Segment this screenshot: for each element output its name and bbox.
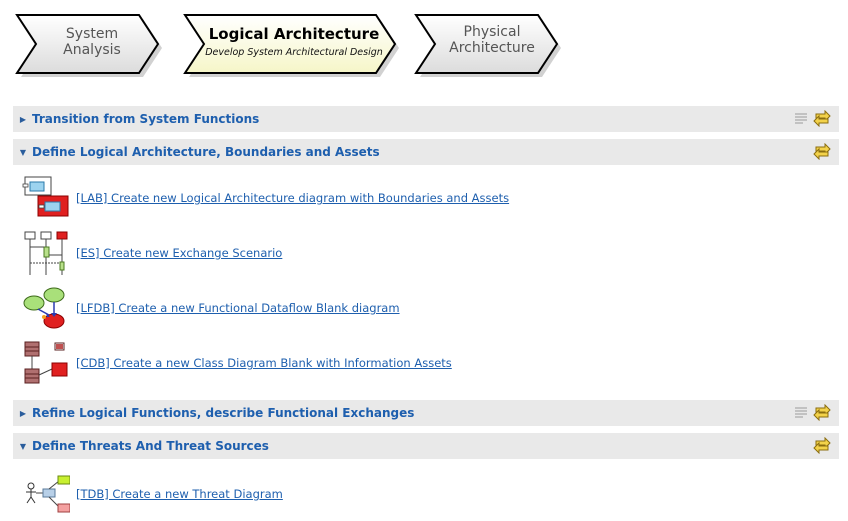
transition-arrows-icon[interactable] bbox=[813, 143, 831, 160]
lab-diagram-icon bbox=[22, 176, 69, 217]
breadcrumb: System Analysis Logical Architecture Dev… bbox=[0, 0, 848, 95]
section-title[interactable]: Define Threats And Threat Sources bbox=[32, 439, 269, 453]
expand-triangle-icon[interactable]: ▶ bbox=[14, 409, 32, 418]
create-functional-dataflow-link[interactable]: [LFDB] Create a new Functional Dataflow … bbox=[76, 301, 400, 315]
description-icon[interactable] bbox=[795, 407, 807, 418]
functional-dataflow-icon bbox=[23, 287, 65, 329]
create-class-diagram-link[interactable]: [CDB] Create a new Class Diagram Blank w… bbox=[76, 356, 452, 370]
transition-arrows-icon[interactable] bbox=[813, 110, 831, 127]
collapse-triangle-icon[interactable]: ▼ bbox=[14, 148, 32, 157]
list-item-lab[interactable]: [LAB] Create new Logical Architecture di… bbox=[22, 174, 622, 222]
expand-triangle-icon[interactable]: ▶ bbox=[14, 115, 32, 124]
list-item-tdb[interactable]: [TDB] Create a new Threat Diagram bbox=[22, 470, 622, 518]
transition-arrows-icon[interactable] bbox=[813, 437, 831, 454]
list-item-lfdb[interactable]: [LFDB] Create a new Functional Dataflow … bbox=[22, 284, 622, 332]
class-diagram-icon bbox=[24, 341, 68, 384]
breadcrumb-step-physical-architecture[interactable]: Physical Architecture bbox=[413, 10, 565, 80]
section-define-threats[interactable]: ▼ Define Threats And Threat Sources bbox=[13, 433, 839, 459]
threat-diagram-icon bbox=[26, 475, 70, 513]
breadcrumb-step-system-analysis[interactable]: System Analysis bbox=[14, 10, 164, 80]
create-exchange-scenario-link[interactable]: [ES] Create new Exchange Scenario bbox=[76, 246, 282, 260]
exchange-scenario-icon bbox=[24, 231, 68, 275]
description-icon[interactable] bbox=[795, 113, 807, 124]
collapse-triangle-icon[interactable]: ▼ bbox=[14, 442, 32, 451]
list-item-es[interactable]: [ES] Create new Exchange Scenario bbox=[22, 229, 622, 277]
create-lab-diagram-link[interactable]: [LAB] Create new Logical Architecture di… bbox=[76, 191, 509, 205]
section-title[interactable]: Refine Logical Functions, describe Funct… bbox=[32, 406, 414, 420]
transition-arrows-icon[interactable] bbox=[813, 404, 831, 421]
list-item-cdb[interactable]: [CDB] Create a new Class Diagram Blank w… bbox=[22, 339, 622, 387]
create-threat-diagram-link[interactable]: [TDB] Create a new Threat Diagram bbox=[76, 487, 283, 501]
section-title[interactable]: Define Logical Architecture, Boundaries … bbox=[32, 145, 380, 159]
section-refine-logical-functions[interactable]: ▶ Refine Logical Functions, describe Fun… bbox=[13, 400, 839, 426]
section-define-logical-architecture[interactable]: ▼ Define Logical Architecture, Boundarie… bbox=[13, 139, 839, 165]
section-transition-from-system-functions[interactable]: ▶ Transition from System Functions bbox=[13, 106, 839, 132]
section-title[interactable]: Transition from System Functions bbox=[32, 112, 259, 126]
breadcrumb-step-logical-architecture[interactable]: Logical Architecture Develop System Arch… bbox=[182, 10, 402, 82]
